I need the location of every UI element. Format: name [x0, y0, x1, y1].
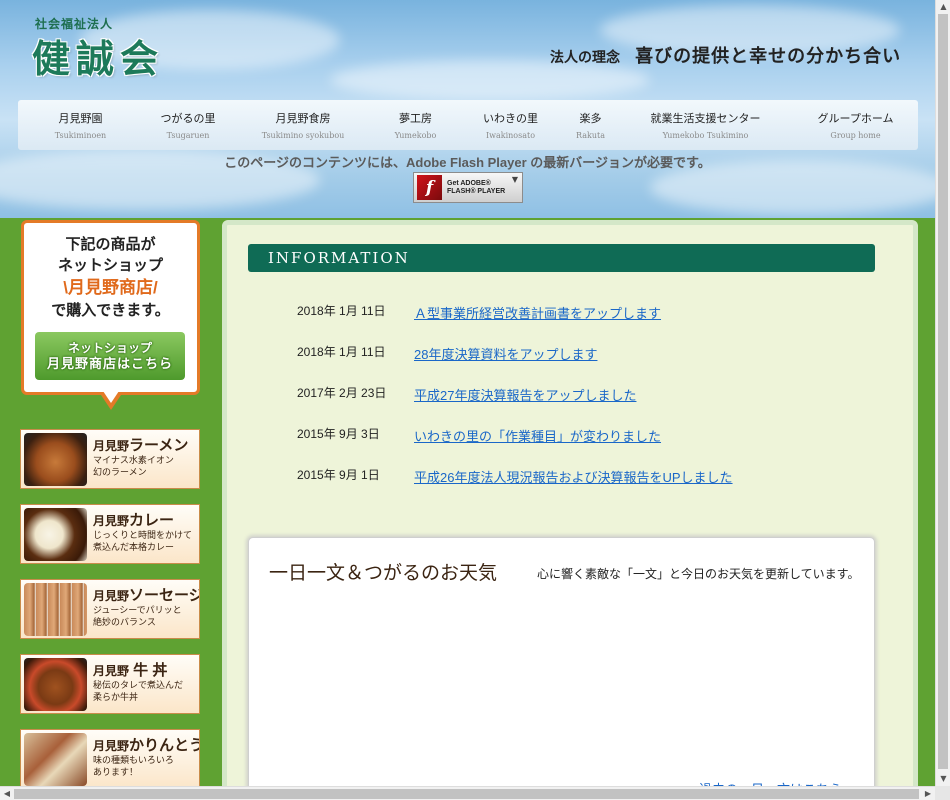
ramen-image: [24, 433, 87, 486]
product-name: 月見野ソーセージ: [93, 587, 200, 604]
flash-badge-line1: Get ADOBE®: [447, 179, 491, 187]
karinto-image: [24, 733, 87, 786]
scroll-up-icon[interactable]: ▲: [936, 0, 950, 14]
product-name: 月見野かりんとう: [93, 737, 200, 754]
news-link[interactable]: 平成26年度法人現況報告および決算報告をUPしました: [414, 467, 733, 486]
netshop-link-button[interactable]: ネットショップ 月見野商店はこちら: [35, 332, 185, 380]
promo-text-1: 下記の商品が: [65, 236, 156, 253]
nav-item-support-center[interactable]: 就業生活支援センター Yumekobo Tsukimino: [618, 100, 793, 150]
get-flash-player-button[interactable]: f Get ADOBE® FLASH® PLAYER ▼: [413, 172, 523, 203]
news-date: 2017年 2月 23日: [297, 386, 387, 400]
product-desc: じっくりと時間をかけて 煮込んだ本格カレー: [93, 530, 193, 552]
main-nav: 月見野園 Tsukiminoen つがるの里 Tsugaruen 月見野食房 T…: [18, 100, 918, 150]
nav-item-syokubou[interactable]: 月見野食房 Tsukimino syokubou: [233, 100, 373, 150]
product-sausage[interactable]: 月見野ソーセージ ジューシーでパリッと 絶妙のバランス: [20, 579, 200, 639]
product-desc: マイナス水素イオン 幻のラーメン: [93, 455, 174, 477]
nav-item-label: いわきの里: [483, 112, 538, 125]
product-curry[interactable]: 月見野カレー じっくりと時間をかけて 煮込んだ本格カレー: [20, 504, 200, 564]
nav-item-label: 月見野食房: [275, 112, 331, 125]
product-gyudon[interactable]: 月見野 牛 丼 秘伝のタレで煮込んだ 柔らか牛丼: [20, 654, 200, 714]
nav-item-sublabel: Iwakinosato: [485, 131, 536, 140]
nav-item-label: つがるの里: [160, 112, 216, 125]
nav-item-sublabel: Tsukimino syokubou: [261, 131, 345, 140]
nav-item-group-home[interactable]: グループホーム Group home: [793, 100, 918, 150]
flash-badge-line2: FLASH® PLAYER: [447, 187, 506, 195]
scrollbar-corner: [935, 786, 950, 800]
nav-item-label: 夢工房: [399, 112, 432, 125]
vertical-scroll-thumb[interactable]: [938, 14, 948, 769]
scroll-down-icon[interactable]: ▼: [936, 772, 950, 786]
product-name: 月見野ラーメン: [93, 437, 189, 454]
product-desc: ジューシーでパリッと 絶妙のバランス: [93, 605, 182, 627]
nav-item-sublabel: Yumekobo Tsukimino: [662, 131, 749, 140]
scroll-right-icon[interactable]: ▶: [921, 787, 935, 800]
weather-description: 心に響く素敵な「一文」と今日のお天気を更新しています。: [537, 567, 860, 581]
download-arrow-icon: ▼: [511, 175, 518, 184]
philosophy-label: 法人の理念: [550, 50, 620, 66]
nav-item-sublabel: Tsugaruen: [166, 131, 210, 140]
product-name: 月見野カレー: [93, 512, 175, 529]
product-desc: 秘伝のタレで煮込んだ 柔らか牛丼: [93, 680, 184, 702]
product-ramen[interactable]: 月見野ラーメン マイナス水素イオン 幻のラーメン: [20, 429, 200, 489]
horizontal-scroll-thumb[interactable]: [14, 789, 919, 799]
nav-item-yumekobo[interactable]: 夢工房 Yumekobo: [373, 100, 458, 150]
flash-required-message: このページのコンテンツには、Adobe Flash Player の最新バージョ…: [224, 155, 711, 170]
nav-item-label: 就業生活支援センター: [650, 112, 761, 125]
nav-item-sublabel: Tsukiminoen: [54, 131, 107, 140]
promo-text-3: で購入できます。: [51, 302, 170, 319]
nav-item-rakuta[interactable]: 楽多 Rakuta: [563, 100, 618, 150]
information-heading: INFORMATION: [248, 244, 875, 272]
news-link[interactable]: 平成27年度決算報告をアップしました: [414, 385, 636, 404]
news-link[interactable]: Ａ型事業所経営改善計画書をアップします: [414, 303, 661, 322]
news-link[interactable]: いわきの里の「作業種目」が変わりました: [414, 426, 661, 445]
weather-panel: 一日一文＆つがるのお天気 心に響く素敵な「一文」と今日のお天気を更新しています。…: [248, 537, 875, 800]
promo-text-2: ネットショップ: [57, 257, 163, 274]
scroll-left-icon[interactable]: ◀: [0, 787, 14, 800]
sausage-image: [24, 583, 87, 636]
nav-item-label: 月見野園: [58, 112, 103, 125]
product-desc: 味の種類もいろいろ あります！: [93, 755, 174, 777]
promo-button-line1: ネットショップ: [67, 341, 152, 355]
promo-button-line2: 月見野商店はこちら: [46, 356, 173, 371]
nav-item-sublabel: Yumekobo: [394, 131, 437, 140]
news-date: 2015年 9月 1日: [297, 468, 380, 482]
nav-item-tsugaru[interactable]: つがるの里 Tsugaruen: [143, 100, 233, 150]
weather-title: 一日一文＆つがるのお天気: [269, 562, 498, 584]
horizontal-scrollbar[interactable]: ◀ ▶: [0, 786, 935, 800]
flash-badge-text: Get ADOBE® FLASH® PLAYER: [447, 180, 505, 196]
gyudon-image: [24, 658, 87, 711]
site-logo[interactable]: 健誠会: [32, 28, 164, 83]
nav-item-sublabel: Rakuta: [576, 131, 605, 140]
vertical-scrollbar[interactable]: ▲ ▼: [935, 0, 950, 786]
nav-item-tsukiminoen[interactable]: 月見野園 Tsukiminoen: [18, 100, 143, 150]
netshop-promo: 下記の商品が ネットショップ \月見野商店/ で購入できます。 ネットショップ …: [21, 220, 200, 395]
news-link[interactable]: 28年度決算資料をアップします: [414, 344, 597, 363]
philosophy-banner: 法人の理念 喜びの提供と幸せの分かち合い: [550, 42, 901, 68]
nav-item-label: グループホーム: [817, 112, 894, 125]
news-date: 2015年 9月 3日: [297, 427, 380, 441]
news-date: 2018年 1月 11日: [297, 304, 386, 318]
product-name: 月見野 牛 丼: [93, 662, 168, 679]
promo-pointer-inner: [103, 391, 119, 403]
curry-image: [24, 508, 87, 561]
flash-logo-icon: f: [417, 175, 442, 200]
nav-item-iwaki[interactable]: いわきの里 Iwakinosato: [458, 100, 563, 150]
philosophy-text: 喜びの提供と幸せの分かち合い: [635, 46, 902, 67]
product-karinto[interactable]: 月見野かりんとう 味の種類もいろいろ あります！: [20, 729, 200, 789]
nav-item-sublabel: Group home: [830, 131, 881, 140]
nav-item-label: 楽多: [579, 112, 602, 125]
news-date: 2018年 1月 11日: [297, 345, 386, 359]
promo-shop-name: \月見野商店/: [63, 278, 158, 297]
